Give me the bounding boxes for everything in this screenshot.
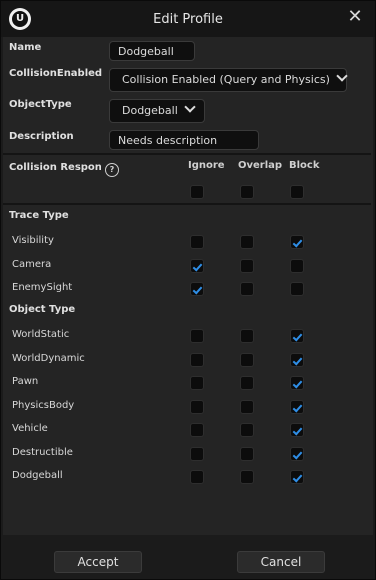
- overlap-checkbox[interactable]: [240, 399, 254, 414]
- cancel-button[interactable]: Cancel: [237, 551, 325, 573]
- description-label: Description: [9, 131, 74, 142]
- object-type-dropdown[interactable]: Dodgeball: [109, 99, 205, 123]
- block-checkbox[interactable]: [290, 329, 304, 343]
- row-label: WorldDynamic: [12, 352, 85, 364]
- row-label: Vehicle: [12, 423, 48, 434]
- collision-enabled-value: Collision Enabled (Query and Physics): [122, 73, 330, 86]
- object-type-heading: Object Type: [9, 304, 76, 315]
- ignore-checkbox[interactable]: [190, 376, 204, 390]
- close-icon[interactable]: ✕: [345, 7, 365, 27]
- block-checkbox[interactable]: [290, 235, 304, 249]
- collision-responses-label: Collision Respons: [9, 162, 101, 173]
- row-label: Pawn: [12, 376, 39, 387]
- row-label: Visibility: [12, 235, 54, 246]
- row-label: Destructible: [12, 446, 73, 458]
- column-ignore: Ignore: [188, 160, 225, 171]
- ignore-checkbox[interactable]: [190, 282, 204, 296]
- block-checkbox[interactable]: [290, 282, 304, 296]
- block-checkbox[interactable]: [290, 470, 304, 484]
- overlap-checkbox[interactable]: [240, 446, 254, 461]
- row-label: PhysicsBody: [12, 399, 75, 411]
- trace-type-heading: Trace Type: [9, 210, 69, 221]
- ignore-checkbox[interactable]: [190, 352, 204, 367]
- block-checkbox[interactable]: [290, 258, 304, 273]
- row-label: WorldStatic: [12, 329, 70, 340]
- overlap-checkbox[interactable]: [240, 470, 254, 484]
- ignore-checkbox[interactable]: [190, 235, 204, 249]
- ignore-checkbox[interactable]: [190, 423, 204, 437]
- object-type-label: ObjectType: [9, 99, 72, 110]
- all-overlap-checkbox[interactable]: [240, 185, 254, 199]
- collision-enabled-label: CollisionEnabled: [9, 68, 103, 79]
- row-label: Dodgeball: [12, 470, 63, 481]
- overlap-checkbox[interactable]: [240, 423, 254, 437]
- overlap-checkbox[interactable]: [240, 282, 254, 296]
- title-bar: U Edit Profile ✕: [1, 1, 375, 37]
- overlap-checkbox[interactable]: [240, 376, 254, 390]
- column-overlap: Overlap: [238, 160, 283, 171]
- block-checkbox[interactable]: [290, 423, 304, 437]
- edit-profile-dialog: U Edit Profile ✕ Name Dodgeball Collisio…: [0, 0, 376, 580]
- column-block: Block: [289, 160, 320, 171]
- ignore-checkbox[interactable]: [190, 399, 204, 414]
- name-label: Name: [9, 42, 42, 53]
- block-checkbox[interactable]: [290, 376, 304, 390]
- ignore-checkbox[interactable]: [190, 258, 204, 273]
- dialog-title: Edit Profile: [153, 12, 223, 27]
- overlap-checkbox[interactable]: [240, 258, 254, 273]
- divider: [3, 203, 371, 205]
- help-icon[interactable]: ?: [105, 163, 119, 177]
- name-field[interactable]: Dodgeball: [109, 41, 195, 61]
- all-ignore-checkbox[interactable]: [190, 185, 204, 199]
- block-checkbox[interactable]: [290, 446, 304, 461]
- chevron-down-icon: [184, 101, 196, 113]
- divider: [3, 153, 371, 155]
- row-label: Camera: [12, 258, 52, 270]
- overlap-checkbox[interactable]: [240, 329, 254, 343]
- collision-enabled-dropdown[interactable]: Collision Enabled (Query and Physics): [109, 68, 348, 92]
- accept-button[interactable]: Accept: [54, 551, 142, 573]
- row-label: EnemySight: [12, 282, 73, 293]
- ignore-checkbox[interactable]: [190, 470, 204, 484]
- object-type-value: Dodgeball: [122, 104, 178, 117]
- ignore-checkbox[interactable]: [190, 446, 204, 461]
- block-checkbox[interactable]: [290, 399, 304, 414]
- all-block-checkbox[interactable]: [290, 185, 304, 199]
- block-checkbox[interactable]: [290, 352, 304, 367]
- chevron-down-icon: [336, 70, 348, 82]
- ignore-checkbox[interactable]: [190, 329, 204, 343]
- overlap-checkbox[interactable]: [240, 235, 254, 249]
- overlap-checkbox[interactable]: [240, 352, 254, 367]
- description-field[interactable]: Needs description: [109, 130, 259, 150]
